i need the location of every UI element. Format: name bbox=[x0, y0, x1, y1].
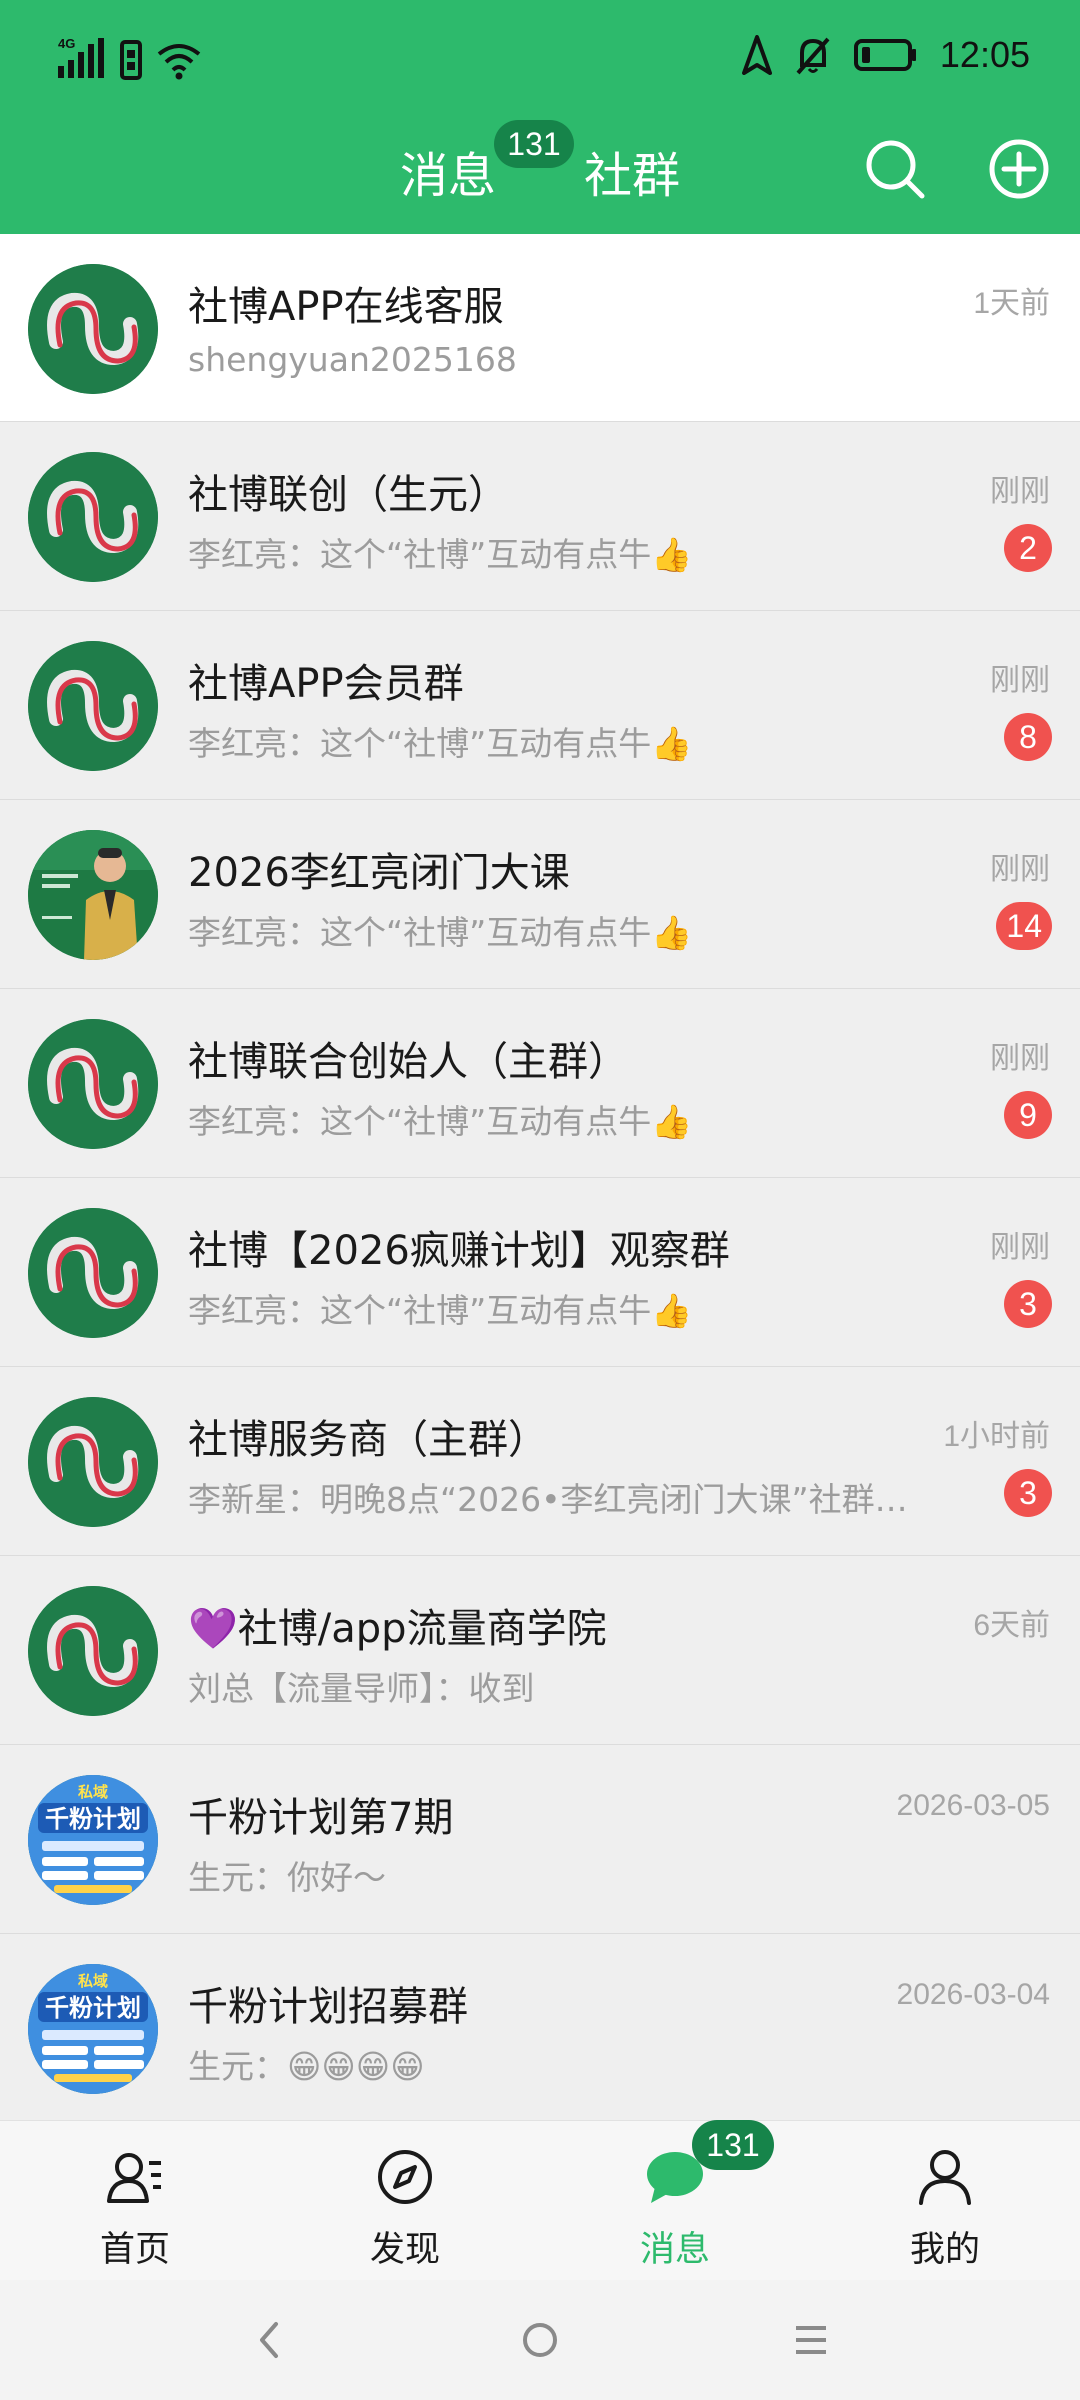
conversation-row[interactable]: 社博APP在线客服 shengyuan2025168 1天前 bbox=[0, 234, 1080, 422]
poster-title-text: 千粉计划 bbox=[45, 1805, 141, 1833]
tab-discover-label: 发现 bbox=[369, 2230, 440, 2270]
conversation-row[interactable]: 社博【2026疯赚计划】观察群李红亮：这个“社博”互动有点牛👍 刚刚 3 bbox=[0, 1178, 1080, 1367]
conversation-preview: 李新星：明晚8点“2026•李红亮闭门大课”社群… bbox=[188, 1480, 908, 1519]
conversation-row[interactable]: 社博服务商（主群） 李新星：明晚8点“2026•李红亮闭门大课”社群… 1小时前 3 bbox=[0, 1367, 1080, 1556]
avatar-logo bbox=[28, 1019, 158, 1149]
search-icon[interactable] bbox=[864, 138, 926, 200]
person-icon bbox=[919, 2150, 971, 2205]
status-left: 4G bbox=[56, 30, 202, 80]
mute-bell-icon bbox=[796, 37, 830, 75]
conversation-name: 社博APP在线客服 bbox=[188, 284, 504, 330]
conversation-name: 社博联创（生元） bbox=[188, 472, 508, 518]
tab-messages[interactable]: 消息 bbox=[400, 136, 496, 206]
conversation-time: 6天前 bbox=[973, 1609, 1050, 1642]
system-navigation-bar bbox=[0, 2280, 1080, 2400]
conversation-name: 千粉计划第7期 bbox=[188, 1795, 454, 1841]
tab-messages-badge: 131 bbox=[692, 2120, 774, 2170]
conversation-row[interactable]: 社博联合创始人（主群） 李红亮：这个“社博”互动有点牛👍 刚刚 9 bbox=[0, 989, 1080, 1178]
conversation-name: 社博【2026疯赚计划】观察群 bbox=[188, 1228, 730, 1274]
top-header: 4G 12:05 消息 131 社群 bbox=[0, 0, 1080, 234]
conversation-name: 💜社博/app流量商学院 bbox=[188, 1606, 607, 1652]
avatar-logo bbox=[28, 264, 158, 394]
conversation-time: 刚刚 bbox=[990, 1042, 1050, 1075]
tab-mine[interactable]: 我的 bbox=[810, 2121, 1080, 2281]
tab-home[interactable]: 首页 bbox=[0, 2121, 270, 2281]
conversation-name: 千粉计划招募群 bbox=[188, 1984, 468, 2030]
unread-count-badge: 9 bbox=[1004, 1091, 1052, 1139]
unread-count-badge: 3 bbox=[1004, 1469, 1052, 1517]
back-icon[interactable] bbox=[240, 2310, 300, 2370]
avatar-photo bbox=[28, 830, 158, 960]
status-bar: 4G 12:05 bbox=[0, 0, 1080, 110]
conversation-time: 刚刚 bbox=[990, 475, 1050, 508]
compass-icon bbox=[378, 2150, 432, 2204]
conversation-name: 2026李红亮闭门大课 bbox=[188, 850, 570, 896]
tab-mine-label: 我的 bbox=[909, 2230, 980, 2270]
poster-tag-text: 私域 bbox=[77, 1972, 108, 1990]
conversation-name: 社博联合创始人（主群） bbox=[188, 1039, 628, 1085]
conversation-time: 刚刚 bbox=[990, 1231, 1050, 1264]
conversation-preview: 生元：你好～ bbox=[188, 1858, 386, 1897]
conversation-time: 2026-03-05 bbox=[896, 1789, 1050, 1822]
tab-messages-label: 消息 bbox=[639, 2230, 710, 2270]
conversation-name: 社博APP会员群 bbox=[188, 661, 464, 707]
avatar-logo bbox=[28, 452, 158, 582]
contacts-user-icon bbox=[107, 2153, 161, 2203]
bottom-tab-bar: 首页 发现 消息 我的 bbox=[0, 2120, 1080, 2280]
wifi-icon bbox=[157, 44, 201, 80]
tab-groups[interactable]: 社群 bbox=[584, 136, 680, 206]
conversation-row[interactable]: 私域 千粉计划 千粉计划第7期生元：你好～ 2026-03-05 bbox=[0, 1745, 1080, 1934]
poster-tag-text: 私域 bbox=[77, 1783, 108, 1801]
conversation-time: 刚刚 bbox=[990, 664, 1050, 697]
conversation-preview: 李红亮：这个“社博”互动有点牛👍 bbox=[188, 724, 693, 763]
conversation-name: 社博服务商（主群） bbox=[188, 1417, 548, 1463]
network-type-label: 4G bbox=[58, 36, 75, 51]
unread-count-badge: 3 bbox=[1004, 1280, 1052, 1328]
conversation-time: 刚刚 bbox=[990, 853, 1050, 886]
avatar-logo bbox=[28, 1397, 158, 1527]
avatar-logo bbox=[28, 1208, 158, 1338]
avatar-logo bbox=[28, 641, 158, 771]
unread-count-badge: 2 bbox=[1004, 524, 1052, 572]
avatar-poster: 私域 千粉计划 bbox=[28, 1775, 158, 1905]
conversation-time: 1小时前 bbox=[943, 1420, 1050, 1453]
sim-card-icon bbox=[120, 40, 142, 80]
conversation-preview: shengyuan2025168 bbox=[188, 340, 517, 379]
unread-count-badge: 14 bbox=[996, 902, 1052, 950]
conversation-row[interactable]: 💜社博/app流量商学院刘总【流量导师】：收到 6天前 bbox=[0, 1556, 1080, 1745]
status-right: 12:05 bbox=[741, 28, 1030, 82]
messages-unread-badge: 131 bbox=[494, 120, 574, 168]
status-time: 12:05 bbox=[939, 34, 1030, 75]
conversation-row[interactable]: 社博APP会员群李红亮：这个“社博”互动有点牛👍 刚刚 8 bbox=[0, 611, 1080, 800]
conversation-preview: 李红亮：这个“社博”互动有点牛👍 bbox=[188, 1291, 693, 1330]
conversation-time: 1天前 bbox=[973, 287, 1050, 320]
add-circle-icon[interactable] bbox=[988, 138, 1050, 200]
tab-home-label: 首页 bbox=[99, 2230, 170, 2270]
cellular-signal-icon: 4G bbox=[58, 36, 104, 78]
conversation-row[interactable]: 私域 千粉计划 千粉计划招募群生元：😁😁😁😁 2026-03-04 bbox=[0, 1934, 1080, 2123]
unread-count-badge: 8 bbox=[1004, 713, 1052, 761]
avatar-logo bbox=[28, 1586, 158, 1716]
menu-lines-icon[interactable] bbox=[780, 2310, 840, 2370]
conversation-time: 2026-03-04 bbox=[896, 1978, 1050, 2011]
poster-title-text: 千粉计划 bbox=[45, 1994, 141, 2022]
avatar-poster: 私域 千粉计划 bbox=[28, 1964, 158, 2094]
conversation-row[interactable]: 2026李红亮闭门大课李红亮：这个“社博”互动有点牛👍 刚刚 14 bbox=[0, 800, 1080, 989]
location-arrow-icon bbox=[741, 35, 772, 75]
home-circle-icon[interactable] bbox=[510, 2310, 570, 2370]
conversation-row[interactable]: 社博联创（生元） 李红亮：这个“社博”互动有点牛👍 刚刚 2 bbox=[0, 422, 1080, 611]
conversation-preview: 李红亮：这个“社博”互动有点牛👍 bbox=[188, 535, 693, 574]
tab-discover[interactable]: 发现 bbox=[270, 2121, 540, 2281]
conversation-preview: 刘总【流量导师】：收到 bbox=[188, 1669, 535, 1708]
battery-icon bbox=[853, 39, 916, 71]
conversation-preview: 李红亮：这个“社博”互动有点牛👍 bbox=[188, 1102, 693, 1141]
conversation-list: 社博APP在线客服 shengyuan2025168 1天前 社博联创（生元） 李红亮… bbox=[0, 234, 1080, 2123]
conversation-preview: 李红亮：这个“社博”互动有点牛👍 bbox=[188, 913, 693, 952]
conversation-preview: 生元：😁😁😁😁 bbox=[188, 2047, 425, 2086]
